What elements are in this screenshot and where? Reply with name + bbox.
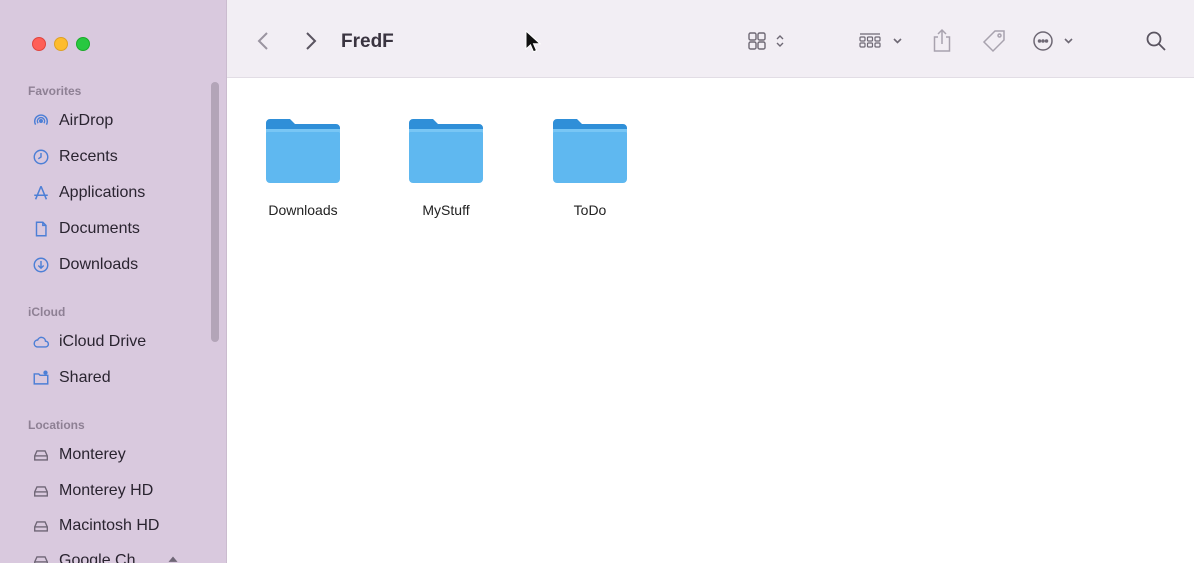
- close-window-button[interactable]: [32, 37, 46, 51]
- sidebar-section-favorites: Favorites: [28, 84, 82, 98]
- file-name: Downloads: [268, 202, 338, 218]
- folder-icon: [553, 119, 627, 183]
- file-name: ToDo: [573, 202, 607, 218]
- finder-window: Favorites AirDrop Recents Applications D…: [0, 0, 1194, 563]
- folder-item-mystuff[interactable]: MyStuff: [386, 117, 506, 218]
- sidebar-item-macintosh-hd[interactable]: Macintosh HD: [31, 513, 159, 539]
- sidebar-item-recents[interactable]: Recents: [31, 144, 118, 170]
- sidebar-item-label: Monterey HD: [59, 482, 154, 499]
- sidebar: Favorites AirDrop Recents Applications D…: [0, 0, 227, 563]
- forward-chevron-icon: [306, 32, 317, 50]
- tag-button[interactable]: [979, 24, 1009, 58]
- mouse-cursor-icon: [525, 30, 541, 53]
- sidebar-item-applications[interactable]: Applications: [31, 180, 145, 206]
- sidebar-scrollbar[interactable]: [211, 82, 219, 342]
- applications-icon: [31, 183, 51, 203]
- sidebar-item-label: Shared: [59, 369, 111, 386]
- disk-icon: [31, 481, 51, 501]
- window-title: FredF: [341, 31, 394, 52]
- search-icon: [1146, 31, 1166, 51]
- sidebar-item-documents[interactable]: Documents: [31, 216, 140, 242]
- sidebar-item-label: Documents: [59, 220, 140, 237]
- grid-view-icon: [748, 32, 784, 50]
- file-name: MyStuff: [422, 202, 470, 218]
- group-icon: [859, 33, 902, 48]
- group-button[interactable]: [857, 24, 909, 58]
- sidebar-item-label: iCloud Drive: [59, 333, 147, 350]
- folder-item-downloads[interactable]: Downloads: [243, 117, 363, 218]
- sidebar-item-downloads[interactable]: Downloads: [31, 252, 138, 278]
- sidebar-item-monterey-hd[interactable]: Monterey HD: [31, 478, 153, 504]
- download-icon: [31, 255, 51, 275]
- more-actions-button[interactable]: [1031, 24, 1081, 58]
- sidebar-item-google-chrome[interactable]: Google Ch...: [31, 548, 183, 563]
- sidebar-item-label: AirDrop: [59, 112, 114, 129]
- clock-icon: [31, 147, 51, 167]
- eject-icon[interactable]: [163, 551, 183, 563]
- toolbar: FredF: [227, 0, 1194, 78]
- folder-icon: [266, 119, 340, 183]
- view-mode-button[interactable]: [744, 24, 794, 58]
- share-icon: [933, 28, 951, 52]
- disk-icon: [31, 516, 51, 536]
- cloud-icon: [31, 332, 51, 352]
- disk-icon: [31, 445, 51, 465]
- disk-icon: [31, 551, 51, 563]
- tag-icon: [982, 30, 1005, 53]
- sidebar-item-icloud-drive[interactable]: iCloud Drive: [31, 329, 146, 355]
- forward-button[interactable]: [299, 24, 323, 58]
- sidebar-item-label: Monterey: [59, 446, 126, 463]
- document-icon: [31, 219, 51, 239]
- sidebar-item-airdrop[interactable]: AirDrop: [31, 108, 113, 134]
- sidebar-item-label: Applications: [59, 184, 146, 201]
- sidebar-item-label: Google Ch...: [59, 552, 149, 563]
- sidebar-section-icloud: iCloud: [28, 305, 66, 319]
- sidebar-section-locations: Locations: [28, 418, 85, 432]
- sidebar-item-shared[interactable]: Shared: [31, 365, 111, 391]
- airdrop-icon: [31, 111, 51, 131]
- zoom-window-button[interactable]: [76, 37, 90, 51]
- folder-item-todo[interactable]: ToDo: [530, 117, 650, 218]
- shared-folder-icon: [31, 368, 51, 388]
- more-icon: [1033, 31, 1073, 51]
- folder-icon: [409, 119, 483, 183]
- share-button[interactable]: [929, 24, 955, 58]
- file-browser-content[interactable]: Downloads MyStuff ToDo: [228, 79, 1194, 563]
- sidebar-item-label: Recents: [59, 148, 118, 165]
- search-button[interactable]: [1141, 24, 1171, 58]
- sidebar-item-monterey[interactable]: Monterey: [31, 442, 126, 468]
- sidebar-item-label: Macintosh HD: [59, 517, 160, 534]
- sidebar-item-label: Downloads: [59, 256, 139, 273]
- back-chevron-icon: [257, 32, 268, 50]
- minimize-window-button[interactable]: [54, 37, 68, 51]
- window-controls: [32, 37, 90, 51]
- back-button[interactable]: [251, 24, 275, 58]
